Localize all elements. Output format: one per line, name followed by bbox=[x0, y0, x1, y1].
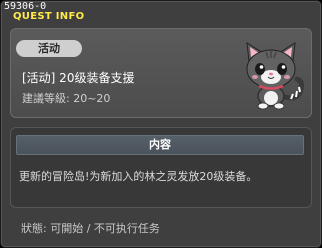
quest-info-window: 59306-0 QUEST INFO 活动 [活动] 20级装备支援 建議等級:… bbox=[0, 0, 322, 248]
recommended-level: 建議等級: 20~20 bbox=[22, 92, 111, 105]
quest-status: 狀態: 可開始 / 不可执行任务 bbox=[21, 222, 160, 235]
content-header: 内容 bbox=[16, 135, 304, 155]
quest-category-tag: 活动 bbox=[16, 40, 82, 57]
gray-cat-icon bbox=[246, 42, 304, 110]
content-text: 更新的冒险岛!为新加入的林之灵发放20级装备。 bbox=[19, 170, 258, 183]
window-title: QUEST INFO bbox=[13, 11, 85, 22]
quest-name: [活动] 20级装备支援 bbox=[22, 71, 135, 85]
